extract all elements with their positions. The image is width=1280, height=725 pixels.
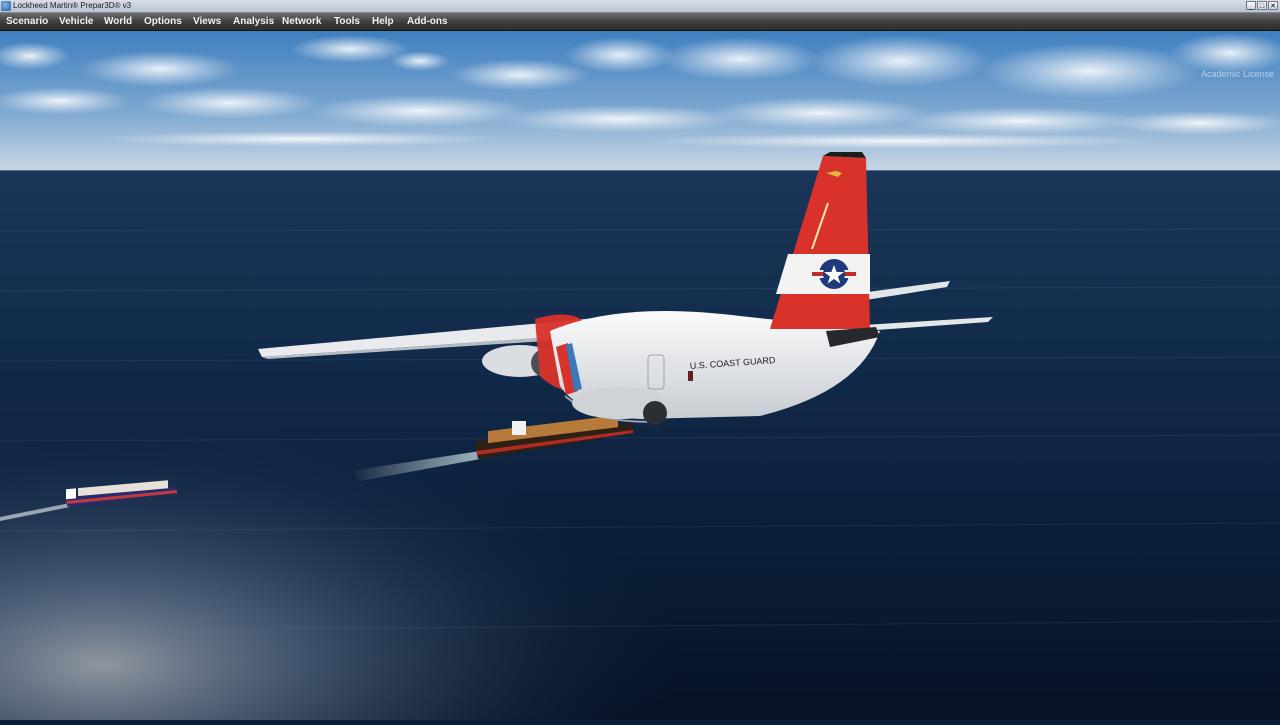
menu-vehicle[interactable]: Vehicle [59,13,93,30]
sun-glare [0,170,1280,720]
menu-scenario[interactable]: Scenario [6,13,48,30]
maximize-button[interactable]: □ [1257,1,1267,10]
menu-tools[interactable]: Tools [334,13,360,30]
menu-bar: Scenario Vehicle World Options Views Ana… [0,13,1280,31]
simulator-3d-viewport[interactable]: U.S. COAST GUARD Academic License [0,31,1280,720]
window-title-bar[interactable]: Lockheed Martin® Prepar3D® v3 _ □ ✕ [0,0,1280,13]
menu-help[interactable]: Help [372,13,394,30]
menu-analysis[interactable]: Analysis [233,13,274,30]
license-watermark: Academic License [1200,69,1274,79]
scene-svg: U.S. COAST GUARD [0,31,1280,720]
window-title: Lockheed Martin® Prepar3D® v3 [13,1,132,10]
minimize-button[interactable]: _ [1246,1,1256,10]
menu-options[interactable]: Options [144,13,182,30]
menu-add-ons[interactable]: Add-ons [407,13,448,30]
menu-network[interactable]: Network [282,13,321,30]
menu-views[interactable]: Views [193,13,221,30]
close-button[interactable]: ✕ [1268,1,1278,10]
prepar3d-app-icon[interactable] [1,1,11,11]
menu-world[interactable]: World [104,13,132,30]
